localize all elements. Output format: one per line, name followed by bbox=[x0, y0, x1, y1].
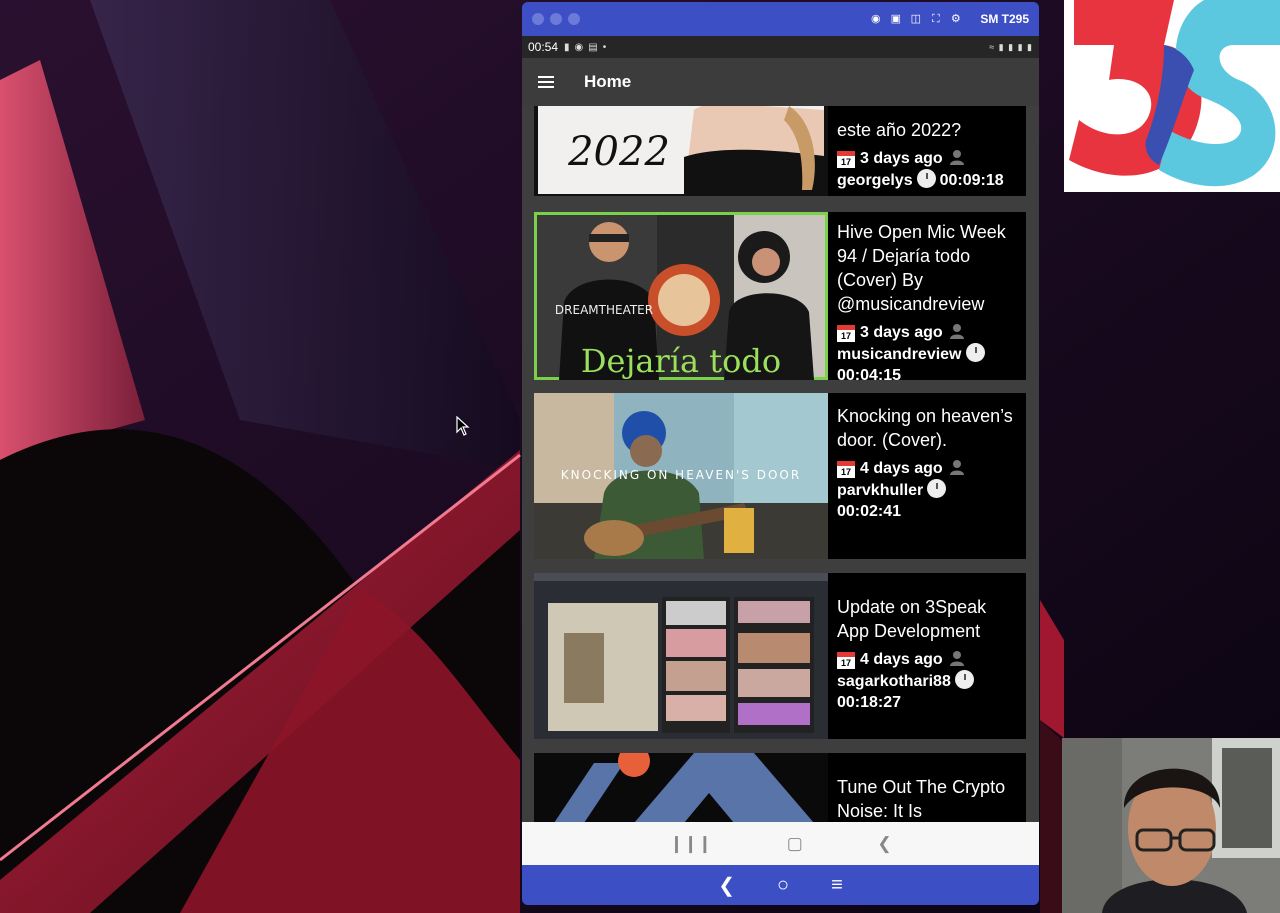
app-bar: Home bbox=[522, 58, 1039, 106]
video-thumbnail[interactable]: KNOCKING ON HEAVEN'S DOOR bbox=[534, 393, 828, 559]
window-maximize-button[interactable] bbox=[568, 13, 580, 25]
video-author[interactable]: parvkhuller bbox=[837, 482, 923, 499]
desktop-screen: ◉ ▣ ◫ ⛶ ⚙ SM T295 00:54 ▮ ◉ ▤ • ≈ ▮ ▮ ▮ … bbox=[0, 0, 1280, 913]
thumbnail-text: KNOCKING ON HEAVEN'S DOOR bbox=[561, 468, 801, 482]
mirror-toolbar: ◉ ▣ ◫ ⛶ ⚙ SM T295 bbox=[870, 12, 1029, 26]
video-info: este año 2022? 17 3 days ago georgelys 00:… bbox=[828, 106, 1026, 196]
video-card[interactable]: Update on 3Speak App Development 17 4 day… bbox=[534, 573, 1026, 739]
back-icon[interactable]: ❮ bbox=[718, 873, 735, 898]
video-title[interactable]: Tune Out The Crypto Noise: It Is bbox=[837, 775, 1018, 822]
fullscreen-icon[interactable]: ⛶ bbox=[930, 14, 941, 25]
page-title: Home bbox=[584, 72, 632, 91]
video-meta: 17 4 days ago sagarkothari88 00:18:27 bbox=[837, 649, 1018, 713]
android-status-bar: 00:54 ▮ ◉ ▤ • ≈ ▮ ▮ ▮ ▮ bbox=[522, 36, 1039, 58]
device-name-label: SM T295 bbox=[980, 12, 1029, 26]
device-mirror-window: ◉ ▣ ◫ ⛶ ⚙ SM T295 00:54 ▮ ◉ ▤ • ≈ ▮ ▮ ▮ … bbox=[522, 2, 1039, 905]
video-date: 4 days ago bbox=[860, 460, 943, 477]
video-info: Update on 3Speak App Development 17 4 day… bbox=[828, 573, 1026, 739]
3speak-logo bbox=[1064, 0, 1280, 192]
video-card[interactable]: Tune Out The Crypto Noise: It Is bbox=[534, 753, 1026, 822]
video-title[interactable]: Hive Open Mic Week 94 / Dejaría todo (Co… bbox=[837, 220, 1018, 316]
video-duration: 00:02:41 bbox=[837, 503, 902, 520]
video-duration: 00:09:18 bbox=[939, 172, 1004, 189]
status-time: 00:54 bbox=[528, 40, 559, 54]
notification-icon: ▤ bbox=[588, 41, 598, 53]
video-card[interactable]: 2022 este año 2022? 17 3 days ago georgel… bbox=[534, 106, 1026, 196]
video-title[interactable]: Update on 3Speak App Development bbox=[837, 595, 1018, 643]
camera-icon[interactable]: ◉ bbox=[870, 14, 881, 25]
video-meta: 17 3 days ago georgelys 00:09:18 bbox=[837, 148, 1018, 191]
webcam-overlay bbox=[1062, 738, 1280, 913]
video-meta: 17 4 days ago parvkhuller 00:02:41 bbox=[837, 458, 1018, 522]
window-close-button[interactable] bbox=[532, 13, 544, 25]
video-title[interactable]: este año 2022? bbox=[837, 118, 1018, 142]
calendar-icon: 17 bbox=[837, 325, 855, 342]
video-feed[interactable]: 2022 este año 2022? 17 3 days ago georgel… bbox=[522, 106, 1039, 822]
window-minimize-button[interactable] bbox=[550, 13, 562, 25]
user-icon bbox=[949, 150, 964, 165]
back-icon[interactable]: ❮ bbox=[877, 834, 891, 854]
clock-icon bbox=[965, 343, 985, 362]
video-date: 3 days ago bbox=[860, 324, 943, 341]
headphones-icon[interactable]: ◫ bbox=[910, 14, 921, 25]
home-icon[interactable]: ○ bbox=[777, 874, 789, 897]
thumbnail-shirt-text: DREAMTHEATER bbox=[555, 303, 653, 317]
video-author[interactable]: sagarkothari88 bbox=[837, 673, 951, 690]
signal-battery-icons: ≈ ▮ ▮ ▮ ▮ bbox=[989, 41, 1033, 52]
user-icon bbox=[949, 651, 964, 666]
clock-icon bbox=[916, 169, 936, 188]
video-duration: 00:18:27 bbox=[837, 694, 902, 711]
user-icon bbox=[949, 460, 964, 475]
video-thumbnail[interactable]: 2022 bbox=[534, 106, 828, 196]
video-info: Hive Open Mic Week 94 / Dejaría todo (Co… bbox=[828, 212, 1026, 384]
home-icon[interactable]: ▢ bbox=[787, 834, 803, 854]
video-date: 3 days ago bbox=[860, 150, 943, 167]
calendar-icon: 17 bbox=[837, 461, 855, 478]
video-icon[interactable]: ▣ bbox=[890, 14, 901, 25]
recent-apps-icon[interactable]: ❙❙❙ bbox=[669, 834, 712, 854]
calendar-icon: 17 bbox=[837, 652, 855, 669]
video-info: Knocking on heaven’s door. (Cover). 17 4 … bbox=[828, 393, 1026, 559]
video-thumbnail[interactable] bbox=[534, 573, 828, 739]
battery-saver-icon: ▮ bbox=[564, 41, 570, 53]
video-author[interactable]: musicandreview bbox=[837, 346, 962, 363]
gear-icon[interactable]: ⚙ bbox=[950, 14, 961, 25]
user-icon bbox=[949, 324, 964, 339]
video-card[interactable]: DREAMTHEATER Dejaría todo Hive Open Mic … bbox=[534, 212, 1026, 384]
menu-icon[interactable]: ≡ bbox=[831, 874, 843, 897]
calendar-icon: 17 bbox=[837, 151, 855, 168]
thumbnail-text: Dejaría todo bbox=[581, 342, 781, 380]
video-title[interactable]: Knocking on heaven’s door. (Cover). bbox=[837, 404, 1018, 452]
mouse-cursor-icon bbox=[456, 416, 470, 436]
video-author[interactable]: georgelys bbox=[837, 172, 913, 189]
video-date: 4 days ago bbox=[860, 651, 943, 668]
video-duration: 00:04:15 bbox=[837, 367, 902, 384]
video-card[interactable]: KNOCKING ON HEAVEN'S DOOR Knocking on he… bbox=[534, 393, 1026, 559]
video-thumbnail[interactable]: DREAMTHEATER Dejaría todo bbox=[534, 212, 828, 380]
mirror-title-bar: ◉ ▣ ◫ ⛶ ⚙ SM T295 bbox=[522, 2, 1039, 36]
hamburger-menu-icon[interactable] bbox=[538, 76, 554, 88]
clock-icon bbox=[954, 670, 974, 689]
thumbnail-text: 2022 bbox=[567, 129, 670, 175]
android-nav-bar: ❙❙❙ ▢ ❮ bbox=[522, 822, 1039, 865]
video-info: Tune Out The Crypto Noise: It Is bbox=[828, 753, 1026, 822]
video-meta: 17 3 days ago musicandreview 00:04:15 bbox=[837, 322, 1018, 386]
video-thumbnail[interactable] bbox=[534, 753, 828, 822]
clock-icon bbox=[927, 479, 947, 498]
dot-icon: • bbox=[602, 41, 607, 53]
mirror-control-bar: ❮ ○ ≡ bbox=[522, 865, 1039, 905]
eye-icon: ◉ bbox=[574, 41, 584, 53]
